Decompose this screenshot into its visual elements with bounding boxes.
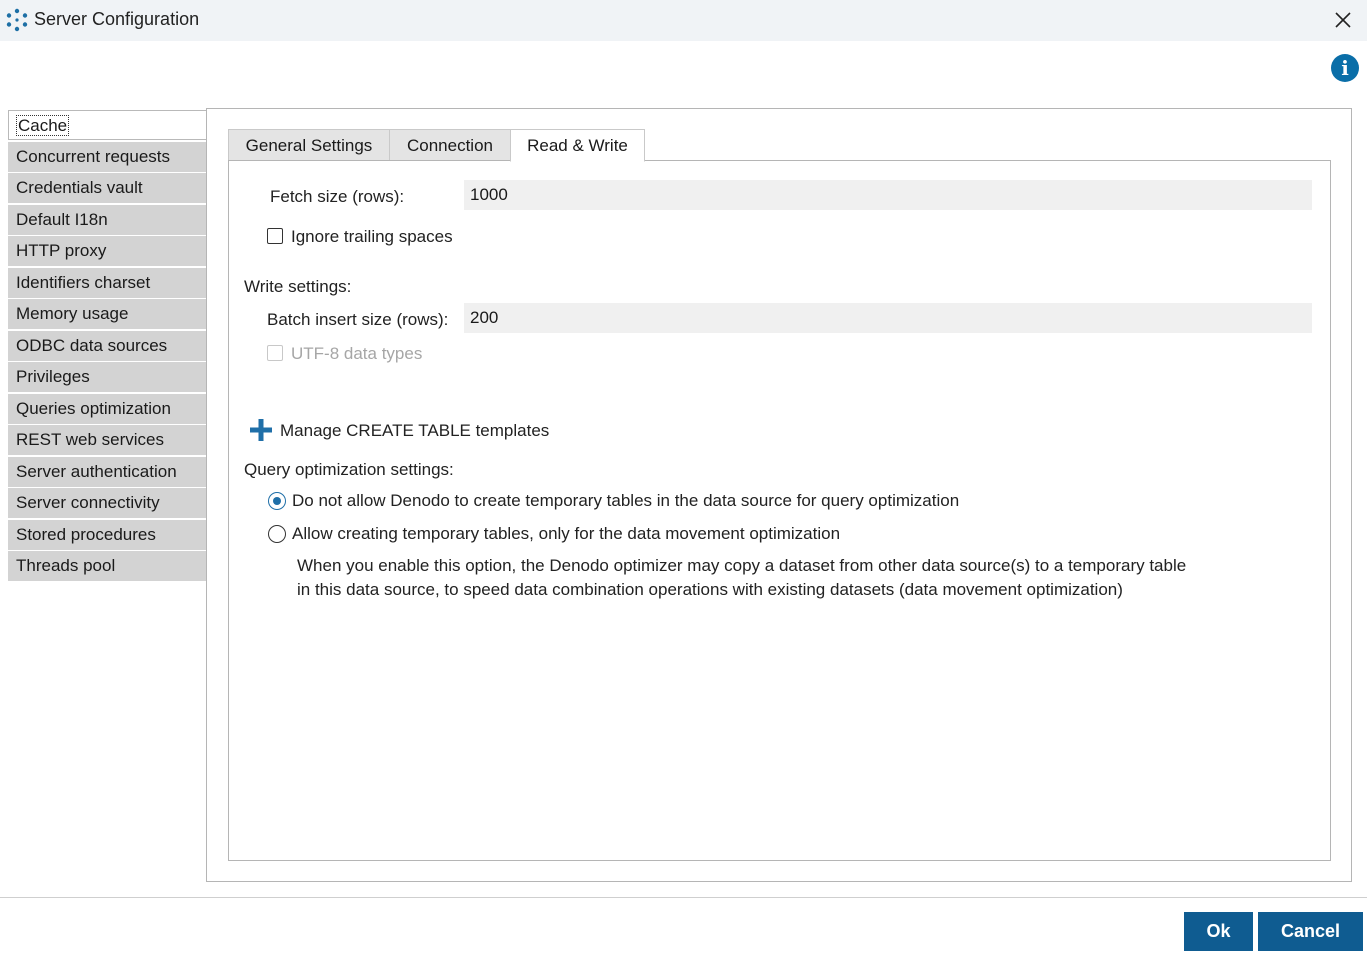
sidebar-item-label: HTTP proxy <box>16 241 107 260</box>
sidebar-item-label: ODBC data sources <box>16 335 168 355</box>
no-temp-tables-radio[interactable] <box>268 492 286 510</box>
sidebar-item-concurrent-requests[interactable]: Concurrent requests <box>8 141 207 172</box>
allow-temp-tables-label: Allow creating temporary tables, only fo… <box>292 524 841 543</box>
ignore-trailing-spaces-checkbox[interactable] <box>267 228 283 244</box>
sidebar-item-rest-web-services[interactable]: REST web services <box>8 425 207 455</box>
sidebar-item-label: Privileges <box>16 367 90 386</box>
sidebar-item-label: Threads pool <box>16 556 116 575</box>
sidebar-item-label: Server connectivity <box>16 493 160 512</box>
title-bar: Server Configuration <box>0 0 1367 41</box>
query-optimization-heading: Query optimization settings: <box>244 460 454 479</box>
fetch-size-input[interactable]: 1000 <box>464 180 1312 210</box>
sidebar-item-default-i18n[interactable]: Default I18n <box>8 204 207 235</box>
close-icon[interactable] <box>1330 7 1356 33</box>
allow-temp-tables-radio[interactable] <box>268 525 286 543</box>
no-temp-tables-label: Do not allow Denodo to create temporary … <box>292 491 960 510</box>
sidebar-item-stored-procedures[interactable]: Stored procedures <box>8 519 207 550</box>
ignore-trailing-spaces-label: Ignore trailing spaces <box>291 227 453 246</box>
ok-button[interactable]: Ok <box>1184 912 1253 951</box>
utf8-data-types-label: UTF-8 data types <box>291 344 423 363</box>
sidebar-item-queries-optimization[interactable]: Queries optimization <box>8 393 207 424</box>
utf8-data-types-checkbox <box>267 345 283 361</box>
radio-selected-dot <box>272 496 281 505</box>
tab-read-write[interactable]: Read & Write <box>510 129 645 162</box>
data-movement-description-line2: in this data source, to speed data combi… <box>297 580 1123 599</box>
sidebar-item-http-proxy[interactable]: HTTP proxy <box>8 236 207 266</box>
sidebar-item-label: Credentials vault <box>16 178 143 197</box>
batch-insert-size-label: Batch insert size (rows): <box>267 310 449 329</box>
plus-icon[interactable] <box>249 418 273 442</box>
manage-create-table-templates-link[interactable]: Manage CREATE TABLE templates <box>280 421 549 441</box>
sidebar-item-label: Cache <box>15 115 70 136</box>
sidebar-item-label: Identifiers charset <box>16 272 151 292</box>
data-movement-description-line1: When you enable this option, the Denodo … <box>297 556 1187 575</box>
sidebar-item-label: Default I18n <box>16 209 108 229</box>
sidebar-item-label: REST web services <box>16 430 165 449</box>
sidebar-item-server-connectivity[interactable]: Server connectivity <box>8 488 207 518</box>
batch-insert-size-input[interactable]: 200 <box>464 303 1312 333</box>
info-icon[interactable]: i <box>1331 54 1359 82</box>
cancel-button[interactable]: Cancel <box>1258 912 1363 951</box>
sidebar-item-credentials-vault[interactable]: Credentials vault <box>8 173 207 203</box>
sidebar-item-threads-pool[interactable]: Threads pool <box>8 551 207 581</box>
fetch-size-label: Fetch size (rows): <box>270 187 405 206</box>
sidebar-item-label: Server authentication <box>16 461 177 481</box>
sidebar-item-label: Queries optimization <box>16 398 171 418</box>
footer-divider <box>0 897 1367 898</box>
sidebar-item-label: Concurrent requests <box>16 146 171 166</box>
tab-connection[interactable]: Connection <box>389 129 511 161</box>
sidebar-item-cache[interactable]: Cache <box>8 110 207 140</box>
denodo-logo-icon <box>6 8 28 32</box>
settings-sidebar: Cache Concurrent requests Credentials va… <box>8 110 207 583</box>
sidebar-item-identifiers-charset[interactable]: Identifiers charset <box>8 267 207 298</box>
sidebar-item-privileges[interactable]: Privileges <box>8 362 207 392</box>
write-settings-heading: Write settings: <box>244 277 352 296</box>
sidebar-item-label: Stored procedures <box>16 524 156 544</box>
window-title: Server Configuration <box>34 9 200 29</box>
sidebar-item-memory-usage[interactable]: Memory usage <box>8 299 207 329</box>
sidebar-item-server-authentication[interactable]: Server authentication <box>8 456 207 487</box>
sidebar-item-label: Memory usage <box>16 304 129 323</box>
tab-general-settings[interactable]: General Settings <box>228 129 390 161</box>
sidebar-item-odbc-data-sources[interactable]: ODBC data sources <box>8 330 207 361</box>
